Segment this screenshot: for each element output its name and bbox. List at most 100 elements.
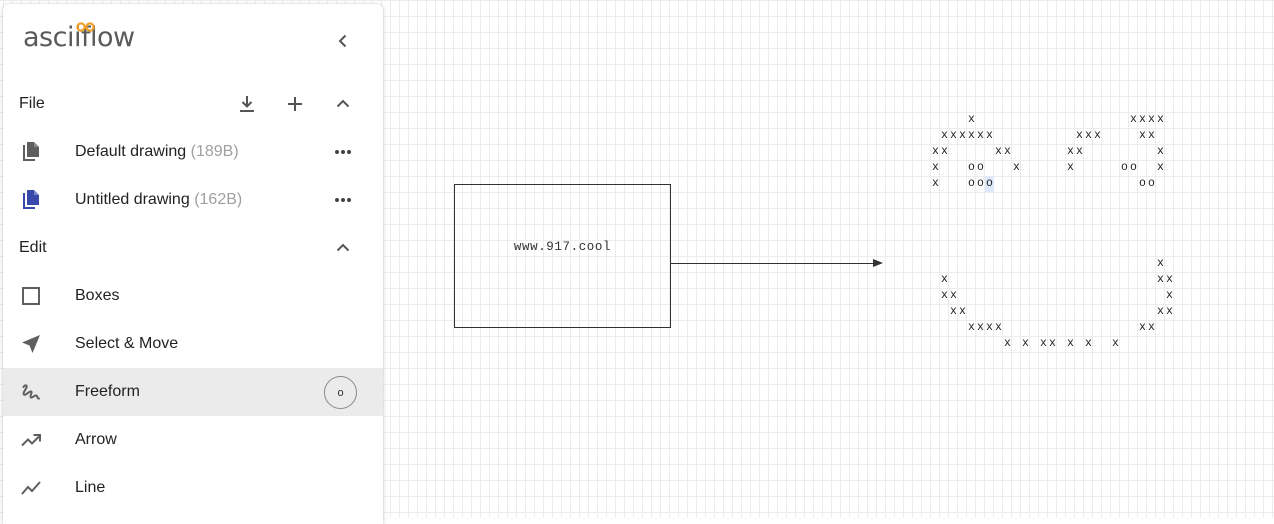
ascii-char: x xyxy=(1076,129,1083,142)
ascii-char: x xyxy=(1067,161,1074,174)
ascii-char: o xyxy=(977,161,984,174)
collapse-panel-button[interactable] xyxy=(328,26,358,56)
ascii-char: x xyxy=(950,305,957,318)
navigation-arrow-icon xyxy=(19,332,43,356)
ascii-char: x xyxy=(1067,145,1074,158)
ascii-char: x xyxy=(1157,145,1164,158)
file-section-header: File xyxy=(3,80,383,128)
chevron-up-icon xyxy=(336,243,350,252)
ascii-char: o xyxy=(1139,177,1146,190)
ascii-char: x xyxy=(932,161,939,174)
ascii-char: x xyxy=(968,129,975,142)
drawing-size: (189B) xyxy=(190,143,239,160)
ascii-char: x xyxy=(1022,337,1029,350)
download-icon xyxy=(240,96,254,112)
ascii-char: x xyxy=(959,129,966,142)
ascii-char: x xyxy=(950,129,957,142)
ascii-char: x xyxy=(932,177,939,190)
plus-icon xyxy=(288,97,302,111)
ascii-arrow-head xyxy=(873,259,883,267)
ascii-char: x xyxy=(1139,321,1146,334)
ascii-char: x xyxy=(995,321,1002,334)
ascii-char: x xyxy=(986,129,993,142)
tool-boxes[interactable]: Boxes xyxy=(3,272,383,320)
download-button[interactable] xyxy=(232,89,262,119)
more-horizontal-icon xyxy=(335,150,351,154)
ascii-char: x xyxy=(941,289,948,302)
file-copy-icon xyxy=(19,140,43,164)
drawing-size: (162B) xyxy=(194,191,243,208)
ascii-char: x xyxy=(1112,337,1119,350)
ascii-char: x xyxy=(968,113,975,126)
file-section-toggle[interactable] xyxy=(328,89,358,119)
ascii-char: x xyxy=(986,321,993,334)
file-section-title: File xyxy=(19,95,45,112)
ascii-char: x xyxy=(1148,321,1155,334)
more-horizontal-icon xyxy=(335,198,351,202)
ascii-char: o xyxy=(968,161,975,174)
ascii-char: x xyxy=(1166,273,1173,286)
box-text: www.917.cool xyxy=(513,240,612,254)
ascii-char: x xyxy=(1157,257,1164,270)
ascii-char: o xyxy=(985,176,994,192)
tool-label: Freeform xyxy=(75,383,140,400)
ascii-char: o xyxy=(1148,177,1155,190)
ascii-char: x xyxy=(1049,337,1056,350)
tool-label: Arrow xyxy=(75,431,117,448)
ascii-char: x xyxy=(1130,113,1137,126)
square-outline-icon xyxy=(19,284,43,308)
show-chart-icon xyxy=(19,476,43,500)
ascii-char: x xyxy=(968,321,975,334)
tool-select-move[interactable]: Select & Move xyxy=(3,320,383,368)
ascii-char: x xyxy=(1139,113,1146,126)
control-panel: asciiflow File Default drawing (189B) Un… xyxy=(3,4,383,524)
tool-line[interactable]: Line xyxy=(3,464,383,512)
ascii-char: x xyxy=(941,145,948,158)
ascii-char: x xyxy=(1166,305,1173,318)
ascii-char: x xyxy=(1157,113,1164,126)
ascii-char: x xyxy=(1013,161,1020,174)
ascii-box xyxy=(454,184,671,328)
ascii-char: x xyxy=(1157,273,1164,286)
ascii-char: o xyxy=(968,177,975,190)
ascii-char: o xyxy=(1130,161,1137,174)
chevron-left-icon xyxy=(338,34,347,48)
tool-arrow[interactable]: Arrow xyxy=(3,416,383,464)
gesture-icon xyxy=(19,380,43,404)
ascii-char: x xyxy=(941,273,948,286)
shortcut-badge: o xyxy=(324,376,357,409)
ascii-char: x xyxy=(1040,337,1047,350)
ascii-arrow-line xyxy=(671,263,875,264)
ascii-char: x xyxy=(1076,145,1083,158)
ascii-char: x xyxy=(950,289,957,302)
ascii-char: x xyxy=(977,321,984,334)
ascii-char: x xyxy=(1139,129,1146,142)
drawing-item-default[interactable]: Default drawing (189B) xyxy=(3,128,383,176)
logo-rings-icon xyxy=(76,22,95,32)
edit-section-toggle[interactable] xyxy=(328,233,358,263)
ascii-char: x xyxy=(1085,129,1092,142)
tool-label: Boxes xyxy=(75,287,120,304)
drawing-options-button[interactable] xyxy=(328,137,358,167)
ascii-char: x xyxy=(1166,289,1173,302)
drawing-options-button[interactable] xyxy=(328,185,358,215)
ascii-char: x xyxy=(932,145,939,158)
ascii-char: x xyxy=(995,145,1002,158)
new-drawing-button[interactable] xyxy=(280,89,310,119)
drawing-name: Untitled drawing xyxy=(75,191,190,208)
edit-section-title: Edit xyxy=(19,239,47,256)
ascii-char: x xyxy=(1157,305,1164,318)
tool-label: Select & Move xyxy=(75,335,179,352)
ascii-char: o xyxy=(1121,161,1128,174)
ascii-char: x xyxy=(1094,129,1101,142)
chevron-up-icon xyxy=(336,99,350,108)
drawing-item-untitled[interactable]: Untitled drawing (162B) xyxy=(3,176,383,224)
ascii-char: x xyxy=(1004,145,1011,158)
ascii-char: x xyxy=(959,305,966,318)
tool-label: Line xyxy=(75,479,106,496)
tool-freeform[interactable]: Freeform o xyxy=(3,368,383,416)
ascii-char: x xyxy=(1157,161,1164,174)
drawing-name: Default drawing xyxy=(75,143,187,160)
ascii-char: x xyxy=(1004,337,1011,350)
ascii-char: x xyxy=(941,129,948,142)
